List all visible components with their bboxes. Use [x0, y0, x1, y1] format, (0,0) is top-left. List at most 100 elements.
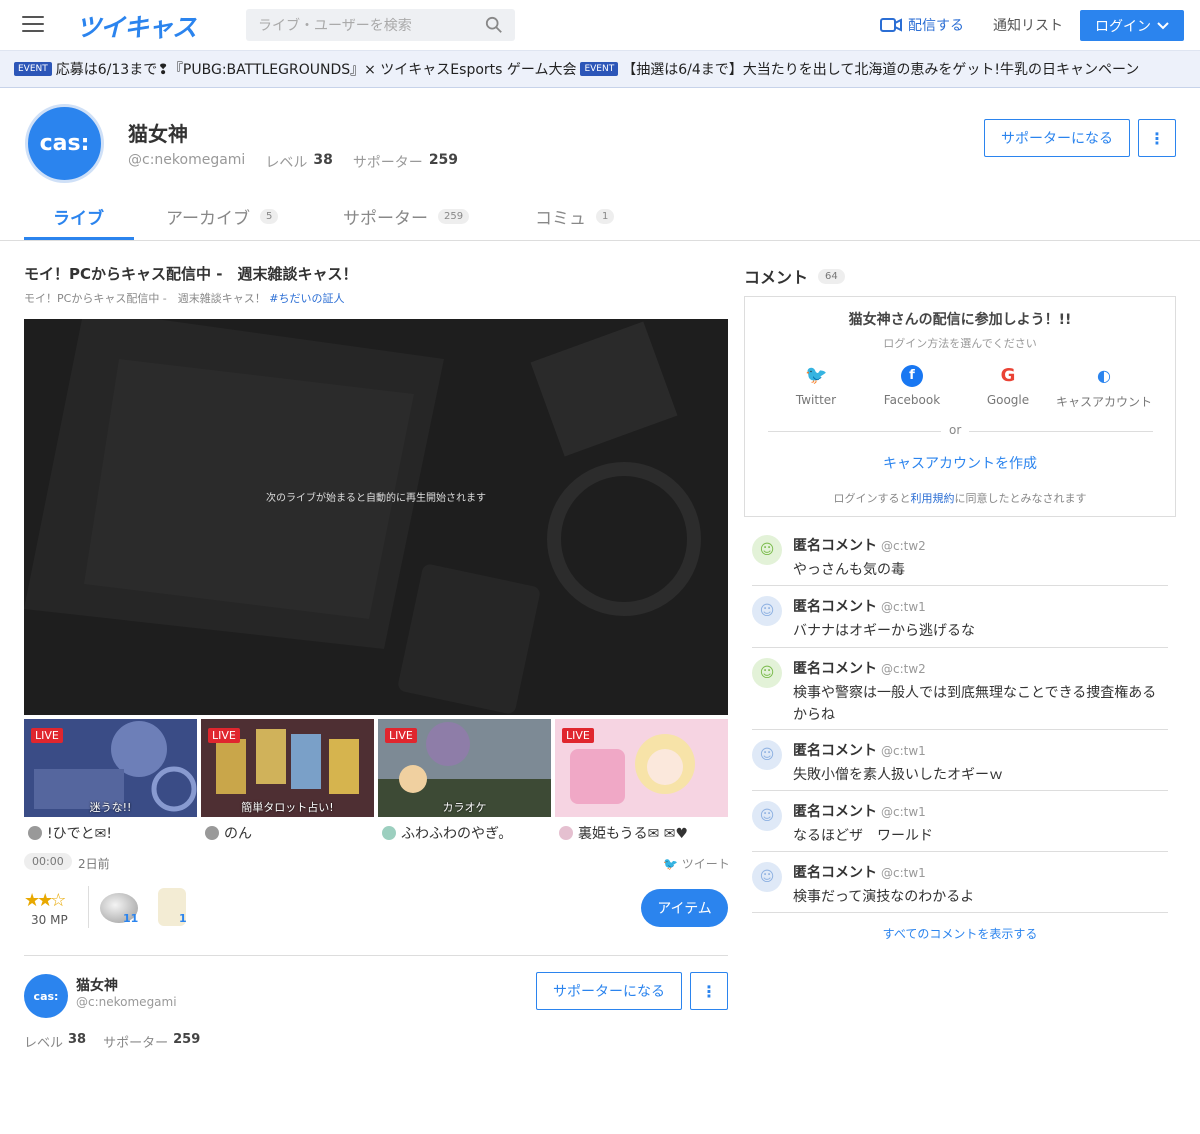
rating-stars-icon: ★★☆: [24, 890, 66, 911]
search-input[interactable]: ライブ・ユーザーを検索: [246, 9, 515, 41]
comment-item: ☺ 匿名コメント @c:tw1 失敗小僧を素人扱いしたオギーｗ: [752, 740, 1168, 791]
live-title: モイ！PCからキャス配信中 - 週末雑談キャス！: [24, 265, 358, 283]
notice-list-link[interactable]: 通知リスト: [993, 15, 1063, 35]
footer-more-options-icon[interactable]: ⋮: [690, 972, 728, 1010]
tab-archive[interactable]: アーカイブ 5: [166, 204, 279, 229]
twitter-login-button[interactable]: 🐦 Twitter: [768, 365, 864, 407]
author-name: 匿名コメント: [793, 804, 877, 820]
stream-button[interactable]: 配信する: [880, 15, 964, 35]
profile-avatar[interactable]: cas:: [25, 104, 104, 183]
level-label: レベル: [24, 1036, 64, 1051]
subtitle-text: モイ！PCからキャス配信中 - 週末雑談キャス！: [24, 292, 266, 305]
thumbnail-title: 簡単タロット占い!: [241, 801, 334, 814]
terms-link[interactable]: 利用規約: [911, 492, 955, 505]
facebook-icon: f: [901, 365, 923, 387]
footer-become-supporter-button[interactable]: サポーターになる: [536, 972, 682, 1010]
item-button[interactable]: アイテム: [641, 889, 728, 927]
tab-label: サポーター: [343, 209, 428, 229]
login-button[interactable]: ログイン: [1080, 10, 1184, 41]
live-badge: LIVE: [31, 728, 63, 743]
author-name: 匿名コメント: [793, 538, 877, 554]
footer-profile-meta: レベル 38 サポーター 259: [24, 1032, 212, 1051]
video-player[interactable]: 次のライブが始まると自動的に再生開始されます: [24, 319, 728, 715]
anonymous-avatar-icon: ☺: [752, 596, 782, 626]
comment-author: 匿名コメント @c:tw2: [793, 658, 926, 678]
author-name: 匿名コメント: [793, 599, 877, 615]
login-prompt-box: 猫女神さんの配信に参加しよう！!! ログイン方法を選んでください 🐦 Twitte…: [744, 296, 1176, 517]
cas-account-login-button[interactable]: ◐ キャスアカウント: [1056, 365, 1152, 410]
live-thumbnail[interactable]: LIVE 迷うな!!: [24, 719, 197, 817]
thumbnail-user[interactable]: のん: [205, 823, 252, 843]
event-banner: EVENT 応募は6/13まで❢『PUBG:BATTLEGROUNDS』× ツイ…: [0, 50, 1200, 88]
avatar-logo-text: cas:: [33, 989, 59, 1003]
google-login-button[interactable]: G Google: [960, 365, 1056, 407]
event-link[interactable]: 【抽選は6/4まで】大当たりを出して北海道の恵みをゲット!牛乳の日キャンペーン: [622, 59, 1139, 79]
join-subtitle: ログイン方法を選んでください: [883, 337, 1037, 350]
author-name: 匿名コメント: [793, 743, 877, 759]
profile-id: @c:nekomegami: [128, 152, 246, 168]
supporter-count: 259: [173, 1032, 201, 1047]
live-badge: LIVE: [385, 728, 417, 743]
section-divider: [24, 955, 728, 956]
thumbnail-user[interactable]: ふわふわのやぎ。: [382, 823, 512, 843]
tab-live[interactable]: ライブ: [53, 204, 104, 229]
comments-title: コメント: [744, 268, 809, 287]
user-name: ふわふわのやぎ。: [401, 826, 513, 842]
comment-text: 検事だって演技なのわかるよ: [793, 889, 975, 905]
anonymous-avatar-icon: ☺: [752, 801, 782, 831]
footer-avatar[interactable]: cas:: [24, 974, 68, 1018]
live-thumbnail[interactable]: LIVE 簡単タロット占い!: [201, 719, 374, 817]
comment-author: 匿名コメント @c:tw2: [793, 535, 926, 555]
tab-label: ライブ: [53, 209, 104, 229]
event-link[interactable]: 応募は6/13まで❢『PUBG:BATTLEGROUNDS』× ツイキャスEsp…: [56, 59, 577, 79]
site-logo[interactable]: ツイキャス: [76, 8, 197, 44]
more-options-icon[interactable]: ⋮: [1138, 119, 1176, 157]
provider-label: Google: [986, 393, 1030, 407]
supporter-label: サポーター: [352, 155, 423, 171]
comment-item: ☺ 匿名コメント @c:tw1 検事だって演技なのわかるよ: [752, 862, 1168, 913]
live-badge: LIVE: [562, 728, 594, 743]
event-tag: EVENT: [14, 62, 52, 76]
tab-supporters[interactable]: サポーター 259: [343, 204, 470, 229]
search-icon[interactable]: [485, 16, 503, 34]
thumbnail-user[interactable]: 裏姫もうる✉ ✉♥: [559, 823, 688, 843]
facebook-login-button[interactable]: f Facebook: [864, 365, 960, 407]
provider-label: キャスアカウント: [1056, 395, 1153, 409]
anonymous-avatar-icon: ☺: [752, 658, 782, 688]
tab-label: アーカイブ: [166, 209, 250, 229]
tab-label: コミュ: [535, 209, 586, 229]
comment-item: ☺ 匿名コメント @c:tw2 検事や警察は一般人では到底無理なことできる捜査権あ…: [752, 658, 1168, 730]
thumbnail-user[interactable]: !ひでと✉!: [28, 823, 112, 843]
comment-text: 失敗小僧を素人扱いしたオギーｗ: [793, 767, 1003, 783]
camera-icon: [880, 18, 902, 32]
cas-account-icon: ◐: [1097, 366, 1111, 385]
tweet-button[interactable]: 🐦 ツイート: [663, 855, 730, 872]
user-avatar: [382, 826, 396, 840]
live-badge: LIVE: [208, 728, 240, 743]
author-id: @c:tw1: [881, 600, 926, 614]
live-thumbnail[interactable]: LIVE: [555, 719, 728, 817]
user-avatar: [28, 826, 42, 840]
level-value: 38: [313, 152, 333, 168]
become-supporter-button[interactable]: サポーターになる: [984, 119, 1130, 157]
search-placeholder: ライブ・ユーザーを検索: [258, 18, 412, 34]
hashtag-link[interactable]: #ちだいの証人: [269, 292, 344, 305]
google-icon: G: [1000, 365, 1016, 386]
show-all-comments-link[interactable]: すべてのコメントを表示する: [744, 925, 1176, 942]
level-label: レベル: [265, 155, 308, 171]
footer-profile-name[interactable]: 猫女神: [76, 975, 118, 995]
terms-notice: ログインすると利用規約に同意したとみなされます: [745, 490, 1175, 506]
anonymous-avatar-icon: ☺: [752, 535, 782, 565]
agree-post: に同意したとみなされます: [954, 492, 1087, 505]
login-label: ログイン: [1095, 18, 1151, 35]
tab-community[interactable]: コミュ 1: [535, 204, 615, 229]
provider-label: Facebook: [883, 393, 941, 407]
author-id: @c:tw2: [881, 662, 926, 676]
provider-label: Twitter: [795, 393, 837, 407]
create-account-link[interactable]: キャスアカウントを作成: [745, 453, 1175, 473]
tab-count: 259: [438, 209, 470, 224]
comment-author: 匿名コメント @c:tw1: [793, 862, 926, 882]
tweet-label: ツイート: [681, 857, 730, 871]
live-thumbnail[interactable]: LIVE カラオケ: [378, 719, 551, 817]
hamburger-menu-icon[interactable]: [22, 16, 44, 34]
